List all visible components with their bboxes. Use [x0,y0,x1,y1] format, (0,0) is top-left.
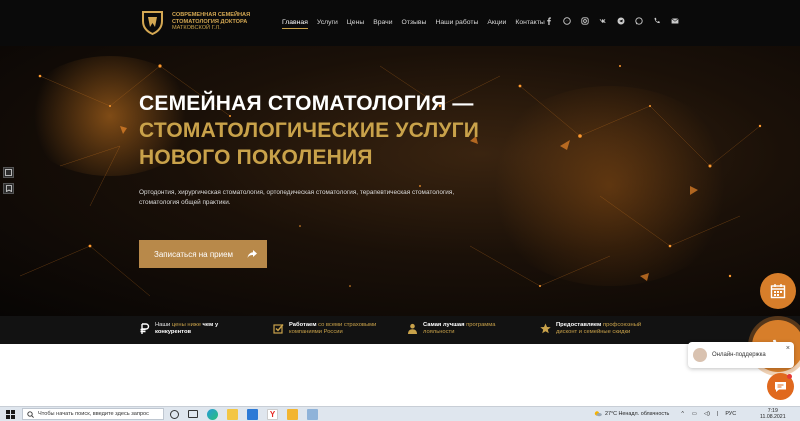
taskbar-search[interactable]: Чтобы начать поиск, введите здесь запрос [22,408,164,420]
hero-title: СЕМЕЙНАЯ СТОМАТОЛОГИЯ — СТОМАТОЛОГИЧЕСКИ… [139,90,479,171]
yandex-icon[interactable]: Y [267,409,278,420]
feature-highlight: программа [466,322,496,328]
feature-prices: Наши цены ниже чем у конкурентов [139,322,218,336]
logo-text[interactable]: Современная семейная стоматология доктор… [172,12,250,32]
clock-date: 11.08.2021 [760,414,786,421]
screenshot-icon[interactable] [3,167,14,178]
user-icon [408,323,417,334]
main-nav: Главная Услуги Цены Врачи Отзывы Наши ра… [282,19,554,29]
windows-start-icon[interactable] [6,410,15,419]
checkbox-icon [273,324,284,334]
mic-icon[interactable]: | [717,411,718,417]
feature-text: Предоставляем [556,322,603,328]
feature-highlight: цены ниже [171,322,201,328]
feature-text: дисконт и семейные скидки [556,329,631,335]
messenger-icon[interactable] [563,17,571,26]
feature-loyalty: Самая лучшая программа лояльности [407,322,496,336]
feature-highlight: профсоюзный [602,322,642,328]
telegram-icon[interactable] [617,17,625,26]
search-icon [27,410,34,418]
support-avatar [693,348,707,362]
bookmark-icon[interactable] [3,183,14,194]
ruble-icon [140,323,150,334]
feature-text: Самая лучшая [423,322,467,328]
search-placeholder: Чтобы начать поиск, введите здесь запрос [38,411,149,417]
nav-item-works[interactable]: Наши работы [435,19,478,29]
chevron-up-icon[interactable]: ^ [681,411,684,417]
features-bar: Наши цены ниже чем у конкурентов Работае… [0,316,800,344]
particles-background [19,64,762,297]
side-toolbar [3,167,14,199]
volume-icon[interactable]: ◁) [704,411,710,417]
weather-text[interactable]: 27°C Ненадл. облачность [605,411,669,417]
nav-item-doctors[interactable]: Врачи [373,19,392,29]
calendar-icon [770,284,786,299]
weather-icon [594,411,602,417]
hero-title-line-1: СЕМЕЙНАЯ СТОМАТОЛОГИЯ — [139,92,474,115]
feature-text: Наши [155,322,172,328]
hero-description: Ортодонтия, хирургическая стоматология, … [139,189,455,206]
facebook-icon[interactable] [545,17,553,26]
nav-item-promos[interactable]: Акции [487,19,506,29]
feature-text: компаниями России [289,329,343,335]
logo-line-1: Современная семейная [172,12,251,18]
site-header: Современная семейная стоматология доктор… [0,0,800,46]
taskbar-clock[interactable]: 7:19 11.08.2021 [760,408,786,421]
network-icon[interactable]: ▭ [692,411,697,417]
nav-item-reviews[interactable]: Отзывы [402,19,427,29]
file-explorer-icon[interactable] [227,409,238,420]
task-view-icon[interactable] [188,410,198,418]
feature-insurance: Работаем со всеми страховыми компаниями … [273,322,376,336]
feature-text: конкурентов [155,329,192,335]
nav-item-contacts[interactable]: Контакты [515,19,544,29]
feature-discount: Предоставляем профсоюзный дисконт и семе… [540,322,641,336]
feature-text: чем у [200,322,219,328]
mail-icon[interactable] [671,17,679,26]
chat-icon [775,381,786,392]
notification-badge [787,374,792,379]
taskbar-apps: Y [170,409,318,420]
hero-section: СЕМЕЙНАЯ СТОМАТОЛОГИЯ — СТОМАТОЛОГИЧЕСКИ… [0,46,800,316]
nav-item-services[interactable]: Услуги [317,19,338,29]
windows-taskbar: Чтобы начать поиск, введите здесь запрос… [0,406,800,421]
star-icon [540,323,551,334]
support-label: Онлайн-поддержка [712,352,766,358]
hero-title-line-2: СТОМАТОЛОГИЧЕСКИЕ УСЛУГИ [139,119,480,142]
social-links [545,17,679,26]
whatsapp-icon[interactable] [635,17,643,26]
calendar-button[interactable] [760,273,796,309]
edge-icon[interactable] [207,409,218,420]
mail-app-icon[interactable] [247,409,258,420]
logo-line-3: Матковской Г.Л. [172,25,221,31]
system-tray: 27°C Ненадл. облачность ^ ▭ ◁) | РУС [594,410,736,417]
app-icon[interactable] [307,409,318,420]
instagram-icon[interactable] [581,17,589,26]
hero-title-line-3: НОВОГО ПОКОЛЕНИЯ [139,146,373,169]
logo-icon[interactable] [139,9,166,36]
cortana-icon[interactable] [170,410,179,419]
feature-highlight: со всеми страховыми [318,322,377,328]
close-icon[interactable]: × [786,345,790,352]
share-arrow-icon [247,250,257,258]
support-popup[interactable]: Онлайн-поддержка × [688,342,794,368]
vk-icon[interactable] [599,17,607,26]
phone-icon[interactable] [653,17,661,26]
nav-item-home[interactable]: Главная [282,19,308,29]
book-appointment-button[interactable]: Записаться на прием [139,240,267,268]
language-indicator[interactable]: РУС [725,411,736,417]
feature-text: Работаем [289,322,319,328]
app-icon[interactable] [287,409,298,420]
nav-item-prices[interactable]: Цены [347,19,364,29]
book-appointment-label: Записаться на прием [154,249,234,259]
feature-text: лояльности [423,329,455,335]
